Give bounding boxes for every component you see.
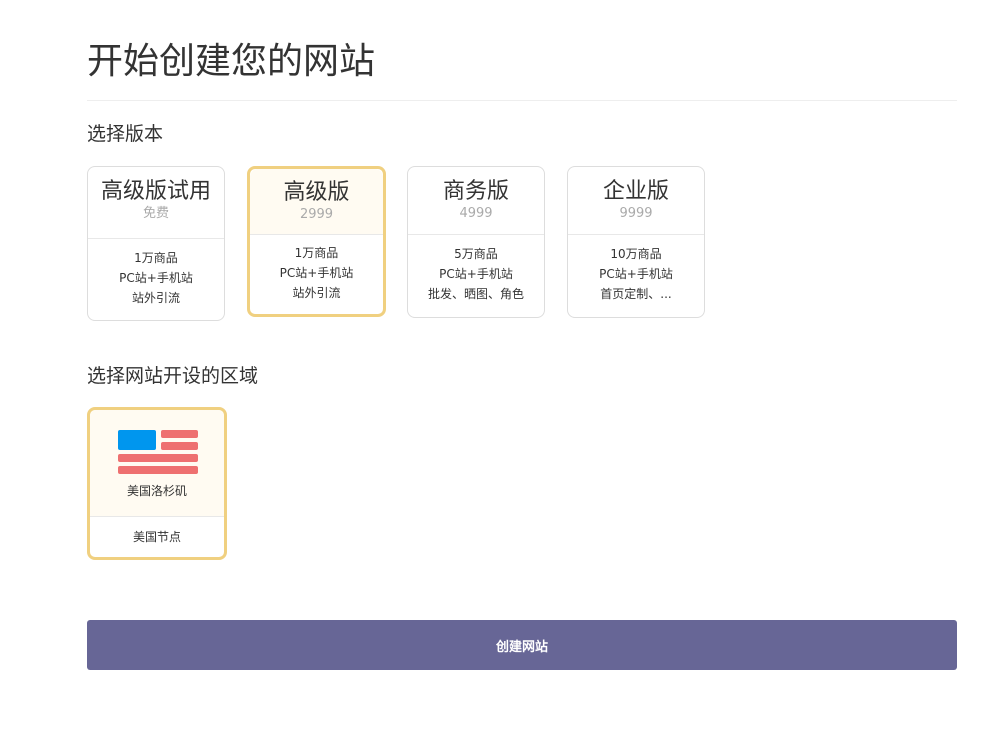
plan-features: 5万商品 PC站+手机站 批发、晒图、角色 [408, 235, 544, 304]
plan-feature: 批发、晒图、角色 [427, 287, 524, 301]
plan-feature: 站外引流 [131, 291, 180, 305]
plan-features: 1万商品 PC站+手机站 站外引流 [250, 235, 383, 303]
plan-feature: 1万商品 [294, 246, 339, 260]
plan-header: 高级版试用 免费 [88, 167, 224, 239]
plan-price: 免费 [142, 206, 169, 221]
plan-name: 高级版试用 [100, 179, 211, 204]
plan-card-enterprise[interactable]: 企业版 9999 10万商品 PC站+手机站 首页定制、... [567, 166, 705, 318]
plan-card-trial[interactable]: 高级版试用 免费 1万商品 PC站+手机站 站外引流 [87, 166, 225, 321]
plan-price: 2999 [299, 207, 334, 222]
plan-feature: 1万商品 [134, 251, 178, 265]
region-card-los-angeles[interactable]: 美国洛杉矶 美国节点 [87, 407, 227, 560]
plan-feature: PC站+手机站 [439, 267, 513, 281]
plan-feature: 首页定制、... [600, 287, 672, 301]
plan-name: 商务版 [442, 179, 509, 204]
plan-price: 9999 [619, 206, 653, 221]
plan-feature: 5万商品 [454, 247, 498, 261]
plan-card-business[interactable]: 商务版 4999 5万商品 PC站+手机站 批发、晒图、角色 [407, 166, 545, 318]
region-section-title: 选择网站开设的区域 [87, 365, 259, 387]
region-node: 美国节点 [132, 530, 181, 544]
plan-feature: 10万商品 [610, 247, 662, 261]
region-city: 美国洛杉矶 [126, 484, 187, 498]
create-site-button[interactable]: 创建网站 [87, 620, 957, 670]
plan-header: 商务版 4999 [408, 167, 544, 235]
plan-header: 高级版 2999 [250, 169, 383, 235]
plan-feature: PC站+手机站 [119, 271, 193, 285]
title-divider [87, 100, 957, 101]
plan-name: 企业版 [602, 179, 669, 204]
plan-card-advanced[interactable]: 高级版 2999 1万商品 PC站+手机站 站外引流 [247, 166, 386, 317]
plan-feature: 站外引流 [292, 286, 341, 300]
plan-feature: PC站+手机站 [279, 266, 354, 280]
plan-header: 企业版 9999 [568, 167, 704, 235]
plan-features: 1万商品 PC站+手机站 站外引流 [88, 239, 224, 308]
plan-feature: PC站+手机站 [599, 267, 673, 281]
region-header: 美国洛杉矶 [90, 410, 224, 517]
us-flag-icon [118, 430, 198, 474]
version-section-title: 选择版本 [87, 123, 164, 145]
plan-name: 高级版 [283, 180, 350, 205]
plan-features: 10万商品 PC站+手机站 首页定制、... [568, 235, 704, 304]
page-title: 开始创建您的网站 [87, 41, 376, 82]
plan-price: 4999 [459, 206, 493, 221]
